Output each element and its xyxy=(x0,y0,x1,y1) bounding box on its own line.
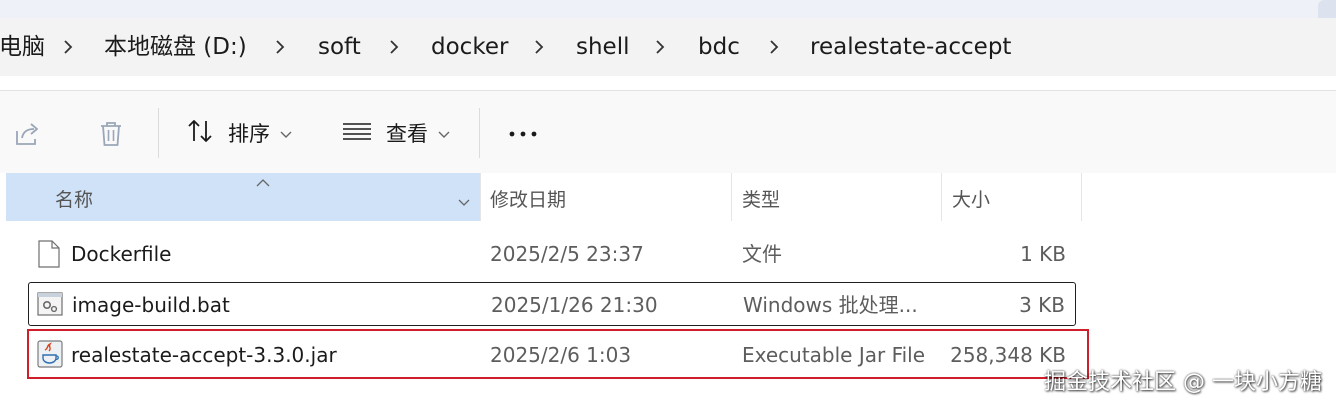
file-modified: 2025/1/26 21:30 xyxy=(491,293,658,317)
sort-icon xyxy=(186,118,214,148)
column-header-row: 名称 修改日期 类型 大小 xyxy=(0,173,1336,221)
more-options-button[interactable] xyxy=(508,119,538,153)
column-header-type[interactable]: 类型 xyxy=(742,185,780,212)
file-row[interactable]: Dockerfile 2025/2/5 23:37 文件 1 KB xyxy=(28,231,1076,277)
file-size: 1 KB xyxy=(1020,242,1066,266)
breadcrumb-current-folder[interactable]: realestate-accept xyxy=(810,32,1011,62)
file-row-focused[interactable]: image-build.bat 2025/1/26 21:30 Windows … xyxy=(28,282,1076,326)
breadcrumb-this-pc[interactable]: 此电脑 xyxy=(0,32,45,62)
more-icon xyxy=(508,119,538,153)
trash-icon[interactable] xyxy=(98,120,124,152)
file-name: image-build.bat xyxy=(72,293,230,317)
column-header-modified[interactable]: 修改日期 xyxy=(490,185,566,212)
share-icon[interactable] xyxy=(14,121,42,151)
chevron-right-icon[interactable] xyxy=(386,38,402,56)
breadcrumb-docker[interactable]: docker xyxy=(431,32,508,62)
chevron-right-icon[interactable] xyxy=(531,38,547,56)
chevron-down-icon xyxy=(438,124,450,143)
batch-file-icon xyxy=(37,291,63,321)
breadcrumb-bdc[interactable]: bdc xyxy=(698,32,740,62)
breadcrumb-drive-d[interactable]: 本地磁盘 (D:) xyxy=(104,32,247,62)
breadcrumb-soft[interactable]: soft xyxy=(318,32,361,62)
chevron-right-icon[interactable] xyxy=(652,38,668,56)
file-icon xyxy=(37,240,61,272)
sort-button[interactable]: 排序 xyxy=(186,118,292,148)
view-button[interactable]: 查看 xyxy=(342,118,450,148)
file-type: Windows 批处理... xyxy=(743,293,918,317)
column-header-size[interactable]: 大小 xyxy=(952,185,990,212)
highlight-annotation-box xyxy=(27,329,1089,379)
file-modified: 2025/2/5 23:37 xyxy=(490,242,644,266)
chevron-right-icon[interactable] xyxy=(272,38,288,56)
chevron-right-icon[interactable] xyxy=(60,38,76,56)
sort-ascending-icon xyxy=(256,172,270,191)
column-header-name-label[interactable]: 名称 xyxy=(55,185,93,212)
breadcrumb-shell[interactable]: shell xyxy=(576,32,630,62)
file-name: Dockerfile xyxy=(71,242,172,266)
column-filter-chevron-icon[interactable] xyxy=(458,192,470,211)
file-type: 文件 xyxy=(742,242,782,266)
chevron-right-icon[interactable] xyxy=(766,38,782,56)
command-bar: 排序 查看 xyxy=(0,91,1336,173)
view-label: 查看 xyxy=(386,122,428,146)
sort-label: 排序 xyxy=(228,122,270,146)
chevron-down-icon xyxy=(280,124,292,143)
view-list-icon xyxy=(342,119,372,147)
breadcrumb[interactable]: 此电脑 本地磁盘 (D:) soft docker shell bdc real… xyxy=(0,18,1336,77)
file-size: 3 KB xyxy=(1019,293,1065,317)
window-top-strip xyxy=(0,0,1336,18)
watermark: 掘金技术社区 @ 一块小方糖 xyxy=(1044,370,1322,395)
